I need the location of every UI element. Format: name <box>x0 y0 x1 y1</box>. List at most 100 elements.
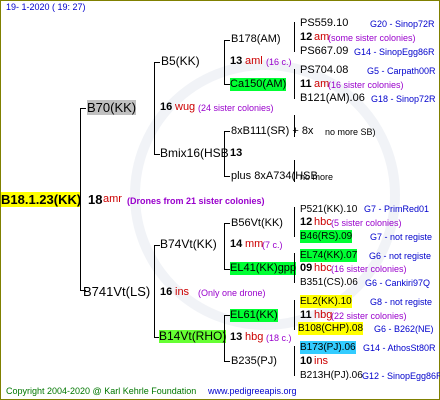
g3-bracket <box>294 160 295 182</box>
g4-queen[interactable]: PS559.10 <box>300 17 348 30</box>
g3-queen[interactable]: B56Vt(KK) <box>231 217 283 230</box>
g3-queen[interactable]: B178(AM) <box>231 33 281 46</box>
g4-queen[interactable]: EL74(KK).07 <box>300 249 358 262</box>
g2-bracket <box>224 315 225 361</box>
root-bracket <box>80 108 81 290</box>
root-note: (Drones from 21 sister colonies) <box>127 196 265 206</box>
g4-queen[interactable]: B173(PJ).06 <box>300 341 356 354</box>
root-num: 18 <box>88 192 103 207</box>
connector <box>224 40 230 41</box>
g1-bracket <box>154 245 155 337</box>
g4-num: 12 <box>300 31 313 43</box>
g4-num: 09 <box>300 262 313 274</box>
g4-queen[interactable]: PS704.08 <box>300 64 348 77</box>
g4-note: (16 sister colonies) <box>328 80 404 90</box>
g2-queen[interactable]: B74Vt(KK) <box>160 238 217 251</box>
g4-info: G7 - PrimRed01 <box>364 204 430 214</box>
g4-info: G8 - not registe <box>370 297 433 307</box>
g4-info: G14 - AthosSt80R <box>363 343 436 353</box>
g3-bracket <box>294 22 295 52</box>
g2-num: 13 <box>230 147 243 159</box>
g4-src: hbg <box>314 309 333 321</box>
g3-queen[interactable]: 8xB111(SR) + 8x <box>231 125 313 138</box>
g1-bracket <box>154 62 155 154</box>
g2-queen[interactable]: B5(KK) <box>161 55 200 68</box>
g2-num: 13 <box>230 331 243 343</box>
g3-extra: no more SB) <box>325 127 376 137</box>
g2-src: mm <box>245 238 264 250</box>
g4-note: (16 sister colonies) <box>331 264 407 274</box>
g1-queen-b70[interactable]: B70(KK) <box>87 100 137 115</box>
connector <box>80 108 86 109</box>
g4-queen[interactable]: PS667.09 <box>300 45 348 58</box>
g2-num: 14 <box>230 238 243 250</box>
g4-queen[interactable]: B121(AM).06 <box>300 92 365 105</box>
g4-queen[interactable]: B213H(PJ).06 <box>300 369 363 382</box>
g4-info: G6 - not registe <box>369 251 432 261</box>
g4-num: 10 <box>300 355 313 367</box>
root-queen[interactable]: B18.1.23(KK) <box>1 192 82 207</box>
g2-src: aml <box>245 55 263 67</box>
g1-num: 16 <box>160 101 173 113</box>
g2-src: hbg <box>245 331 264 343</box>
g3-queen[interactable]: B235(PJ) <box>231 355 277 368</box>
g1-src: wug <box>175 101 196 113</box>
g2-bracket <box>224 40 225 84</box>
g4-src: ins <box>314 355 329 367</box>
connector <box>224 361 230 362</box>
g1-src: ins <box>175 286 190 298</box>
g4-info: G12 - SinopEgg86R <box>362 371 440 381</box>
g4-note: (some sister colonies) <box>328 33 416 43</box>
g4-info: G18 - Sinop72R <box>371 94 436 104</box>
g2-note: (16 c.) <box>266 57 292 67</box>
g4-queen[interactable]: P521(KK).10 <box>300 203 357 216</box>
g1-note: (24 sister colonies) <box>198 103 274 113</box>
root-src: amr <box>103 193 122 205</box>
g3-queen[interactable]: EL61(KK) <box>230 309 278 322</box>
date-header: 19- 1-2020 ( 19: 27) <box>6 2 86 12</box>
g2-queen[interactable]: Bmix16(HSB <box>160 147 229 160</box>
g4-note: (5 sister colonies) <box>331 218 402 228</box>
g1-note: (Only one drone) <box>198 288 266 298</box>
g4-num: 12 <box>300 216 313 228</box>
g3-bracket <box>294 69 295 99</box>
g4-queen[interactable]: B46(RS).09 <box>300 230 353 243</box>
g4-src: hbc <box>314 216 332 228</box>
g3-bracket <box>294 207 295 237</box>
g4-info: G6 - Cankiri97Q <box>365 278 431 288</box>
g4-src: am <box>314 31 330 43</box>
g2-bracket <box>224 223 225 269</box>
g4-queen[interactable]: B351(CS).06 <box>300 276 358 289</box>
g3-bracket <box>294 253 295 283</box>
g3-queen[interactable]: EL41(KK)gpp <box>230 262 297 275</box>
g4-info: G5 - Carpath00R <box>367 66 436 76</box>
g3-bracket <box>294 115 295 137</box>
g4-num: 11 <box>300 78 312 90</box>
g3-bracket <box>294 346 295 376</box>
g4-src: am <box>314 78 330 90</box>
connector <box>154 62 160 63</box>
g4-src: hbc <box>314 262 332 274</box>
g2-queen[interactable]: B14Vt(RHO) <box>159 330 227 343</box>
g2-note: (7 c.) <box>262 240 283 250</box>
connector <box>224 131 230 132</box>
g2-num: 13 <box>230 55 243 67</box>
g1-queen-b741[interactable]: B741Vt(LS) <box>83 284 150 299</box>
g4-info: G7 - not registe <box>370 232 433 242</box>
g3-queen[interactable]: Ca150(AM) <box>230 78 287 91</box>
connector <box>224 223 230 224</box>
g4-num: 11 <box>300 309 312 321</box>
g2-note: (18 c.) <box>266 333 292 343</box>
connector <box>224 176 230 177</box>
g4-queen[interactable]: B108(CHP).08 <box>298 322 364 335</box>
g4-info: G20 - Sinop72R <box>370 19 435 29</box>
g2-bracket <box>224 131 225 176</box>
g4-info: G6 - B262(NE) <box>374 324 434 334</box>
g4-queen[interactable]: EL2(KK).10 <box>300 295 352 308</box>
g1-num: 16 <box>160 286 173 298</box>
g3-extra: no more <box>300 172 334 182</box>
g4-info: G14 - SinopEgg86R <box>354 47 435 57</box>
g3-bracket <box>294 300 295 330</box>
site-link[interactable]: www.pedigreeapis.org <box>208 386 297 396</box>
copyright: Copyright 2004-2020 @ Karl Kehrle Founda… <box>6 386 197 396</box>
